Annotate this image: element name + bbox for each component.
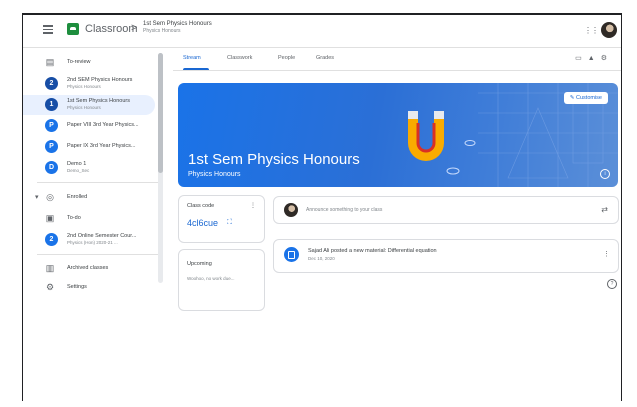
- tab-classwork[interactable]: Classwork: [227, 55, 252, 61]
- drive-folder-icon[interactable]: ▲: [588, 55, 601, 62]
- sidebar-divider: [37, 254, 161, 255]
- sidebar: ▤ To-review 2 2nd SEM Physics Honours Phy…: [23, 48, 163, 308]
- class-name: 1st Sem Physics Honours: [67, 98, 130, 104]
- post-date: Dec 10, 2020: [308, 256, 335, 261]
- class-code-label: Class code: [187, 203, 215, 209]
- class-initial-icon: D: [45, 161, 58, 174]
- app-window: Classroom > 1st Sem Physics Honours Phys…: [22, 13, 622, 401]
- class-code-value: 4cl6cue: [187, 218, 219, 228]
- class-name: 2nd Online Semester Cour...: [67, 233, 137, 239]
- sidebar-item-paper-viii[interactable]: P Paper VIII 3rd Year Physics...: [23, 116, 155, 136]
- avatar[interactable]: [601, 22, 617, 38]
- sidebar-item-label: 2nd SEM Physics Honours Physics Honours: [67, 77, 153, 90]
- more-vert-icon[interactable]: ⋮: [250, 202, 256, 209]
- tab-actions: ▭▲⚙: [575, 54, 613, 62]
- customise-label: Customise: [576, 95, 602, 101]
- classroom-logo-icon[interactable]: [67, 23, 79, 35]
- announce-box[interactable]: Announce something to your class ⇄: [273, 196, 619, 224]
- sidebar-item-label: Archived classes: [67, 265, 109, 271]
- sidebar-item-label: Paper IX 3rd Year Physics...: [67, 143, 136, 149]
- help-icon[interactable]: ?: [607, 279, 617, 289]
- top-bar: Classroom > 1st Sem Physics Honours Phys…: [23, 15, 621, 48]
- enrolled-icon: ◎: [46, 192, 54, 202]
- sidebar-scrollbar[interactable]: [158, 53, 163, 283]
- class-name: Demo 1: [67, 161, 87, 167]
- active-tab-indicator: [183, 68, 209, 70]
- chevron-right-icon: >: [131, 22, 138, 34]
- sidebar-item-1st-sem-physics[interactable]: 1 1st Sem Physics Honours Physics Honours: [23, 95, 155, 115]
- sidebar-item-to-review[interactable]: ▤ To-review: [23, 53, 155, 73]
- class-initial-icon: 1: [45, 98, 58, 111]
- sidebar-item-label: To-review: [67, 59, 91, 65]
- class-section: Physics Honours: [67, 105, 101, 110]
- class-subtitle: Physics Honours: [188, 171, 241, 178]
- tab-grades[interactable]: Grades: [316, 55, 334, 61]
- class-initial-icon: P: [45, 140, 58, 153]
- breadcrumb-class-title: 1st Sem Physics Honours: [143, 21, 212, 27]
- upcoming-text: Woohoo, no work due...: [187, 276, 235, 281]
- class-title: 1st Sem Physics Honours: [188, 151, 360, 168]
- sidebar-divider: [37, 182, 161, 183]
- sidebar-item-settings[interactable]: ⚙ Settings: [23, 278, 155, 298]
- sidebar-item-archived[interactable]: ▥ Archived classes: [23, 259, 155, 279]
- announce-input[interactable]: Announce something to your class: [306, 207, 382, 213]
- sidebar-item-label: Settings: [67, 284, 87, 290]
- sidebar-item-label: 1st Sem Physics Honours Physics Honours: [67, 98, 153, 111]
- avatar: [284, 203, 298, 217]
- apps-grid-icon[interactable]: ⋮⋮: [584, 26, 599, 35]
- upcoming-label: Upcoming: [187, 261, 212, 267]
- breadcrumb-class-subtitle: Physics Honours: [143, 28, 181, 34]
- customise-button[interactable]: ✎ Customise: [563, 92, 608, 104]
- sidebar-item-2nd-sem-physics[interactable]: 2 2nd SEM Physics Honours Physics Honours: [23, 74, 155, 94]
- sidebar-item-paper-ix[interactable]: P Paper IX 3rd Year Physics...: [23, 137, 155, 157]
- class-initial-icon: 2: [45, 77, 58, 90]
- sidebar-item-label: Paper VIII 3rd Year Physics...: [67, 122, 139, 128]
- sidebar-item-demo-1[interactable]: D Demo 1 Demo_Sec: [23, 158, 155, 178]
- banner-illustration: [408, 83, 618, 187]
- tab-stream[interactable]: Stream: [183, 55, 201, 61]
- class-initial-icon: P: [45, 119, 58, 132]
- calendar-icon[interactable]: ▭: [575, 55, 588, 62]
- class-section: Physics Honours: [67, 84, 101, 89]
- archive-icon: ▥: [45, 263, 55, 273]
- class-initial-icon: 2: [45, 233, 58, 246]
- info-icon[interactable]: i: [600, 169, 610, 179]
- sidebar-item-label: To-do: [67, 215, 81, 221]
- chevron-down-icon[interactable]: ▾: [35, 193, 39, 201]
- material-icon: [284, 247, 299, 262]
- sidebar-item-enrolled[interactable]: ▾ ◎ Enrolled: [23, 188, 155, 208]
- class-code-card: Class code ⋮ 4cl6cue ⛶: [178, 195, 265, 243]
- gear-icon[interactable]: ⚙: [601, 55, 613, 62]
- class-section: Demo_Sec: [67, 168, 90, 173]
- upcoming-card: Upcoming Woohoo, no work due...: [178, 249, 265, 311]
- sidebar-scrollbar-thumb[interactable]: [158, 53, 163, 173]
- todo-review-icon: ▤: [45, 57, 55, 67]
- tab-people[interactable]: People: [278, 55, 295, 61]
- post-title[interactable]: Sajad Ali posted a new material: Differe…: [308, 248, 437, 254]
- menu-icon[interactable]: [43, 25, 53, 34]
- class-name: 2nd SEM Physics Honours: [67, 77, 133, 83]
- more-vert-icon[interactable]: ⋮: [603, 250, 610, 258]
- sidebar-item-to-do[interactable]: ▣ To-do: [23, 209, 155, 229]
- fullscreen-icon[interactable]: ⛶: [227, 219, 232, 227]
- breadcrumb[interactable]: 1st Sem Physics Honours Physics Honours: [143, 21, 212, 35]
- stream-post[interactable]: Sajad Ali posted a new material: Differe…: [273, 239, 619, 273]
- repost-icon[interactable]: ⇄: [601, 205, 608, 214]
- sidebar-item-2nd-online-semester[interactable]: 2 2nd Online Semester Cour... Physics (Ho…: [23, 230, 155, 250]
- todo-icon: ▣: [45, 213, 55, 223]
- class-tabs: Stream Classwork People Grades ▭▲⚙: [173, 48, 621, 71]
- class-banner: 1st Sem Physics Honours Physics Honours …: [178, 83, 618, 187]
- brand-name[interactable]: Classroom: [85, 23, 138, 35]
- sidebar-item-label: Enrolled: [67, 194, 88, 200]
- class-section: Physics (Hon) 2020-21 ...: [67, 240, 118, 245]
- sidebar-item-label: Demo 1 Demo_Sec: [67, 161, 153, 174]
- gear-icon: ⚙: [45, 282, 55, 292]
- sidebar-item-label: 2nd Online Semester Cour... Physics (Hon)…: [67, 233, 153, 246]
